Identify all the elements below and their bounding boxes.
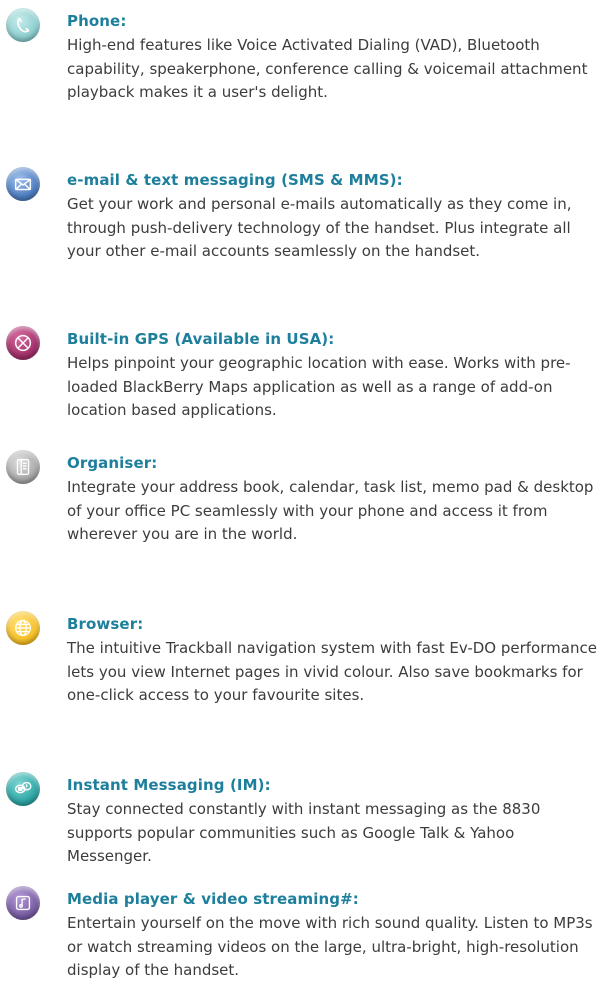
feature-text: High-end features like Voice Activated D… bbox=[67, 36, 588, 101]
feature-text: Entertain yourself on the move with rich… bbox=[67, 914, 593, 979]
globe-icon bbox=[6, 611, 40, 645]
organiser-icon bbox=[6, 450, 40, 484]
phone-icon bbox=[6, 8, 40, 42]
chat-bubbles-icon bbox=[6, 772, 40, 806]
gps-icon bbox=[6, 326, 40, 360]
feature-text: Helps pinpoint your geographic location … bbox=[67, 354, 571, 419]
music-note-icon bbox=[6, 886, 40, 920]
feature-text: Integrate your address book, calendar, t… bbox=[67, 478, 594, 543]
feature-title: Built-in GPS (Available in USA): bbox=[67, 330, 335, 348]
feature-title: Phone: bbox=[67, 12, 127, 30]
feature-title: Organiser: bbox=[67, 454, 158, 472]
feature-title: e-mail & text messaging (SMS & MMS): bbox=[67, 171, 403, 189]
feature-text: Get your work and personal e-mails autom… bbox=[67, 195, 572, 260]
envelope-icon bbox=[6, 167, 40, 201]
feature-title: Instant Messaging (IM): bbox=[67, 776, 271, 794]
feature-text: Stay connected constantly with instant m… bbox=[67, 800, 541, 865]
feature-title: Media player & video streaming#: bbox=[67, 890, 359, 908]
feature-title: Browser: bbox=[67, 615, 144, 633]
feature-text: The intuitive Trackball navigation syste… bbox=[67, 639, 597, 704]
